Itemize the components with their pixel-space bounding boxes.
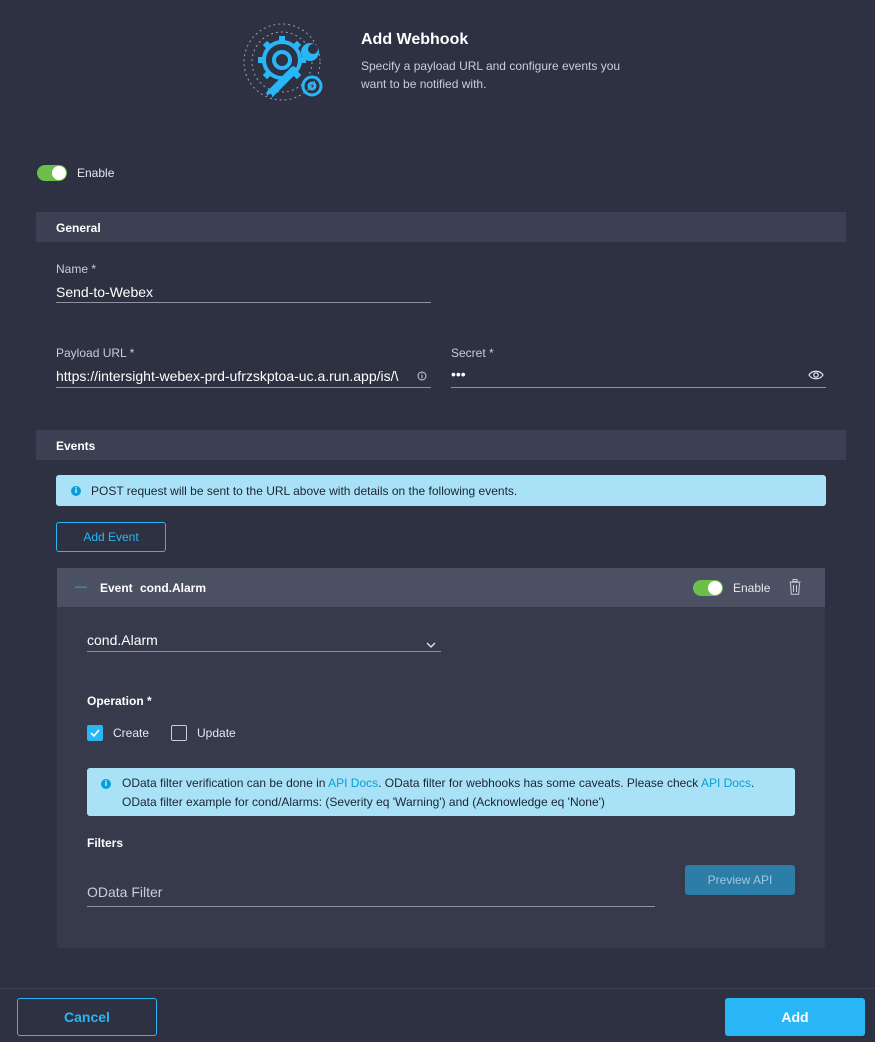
info-icon[interactable] <box>417 368 427 386</box>
odata-info-line2: OData filter example for cond/Alarms: (S… <box>122 795 605 809</box>
dialog-title: Add Webhook <box>361 31 469 48</box>
event-panel-header: — Event cond.Alarm Enable <box>57 568 825 607</box>
odata-filter-input[interactable]: OData Filter <box>87 884 162 900</box>
name-label: Name * <box>56 262 97 276</box>
add-button[interactable]: Add <box>725 998 865 1036</box>
event-type-underline <box>87 651 441 652</box>
payload-url-underline <box>56 387 431 388</box>
name-input[interactable]: Send-to-Webex <box>56 284 430 300</box>
event-label: Event <box>100 581 133 595</box>
event-enable-toggle[interactable] <box>693 580 723 596</box>
payload-url-label: Payload URL * <box>56 346 135 360</box>
secret-input[interactable]: ••• <box>451 366 751 382</box>
create-label: Create <box>113 726 150 740</box>
event-type-select[interactable]: cond.Alarm <box>87 632 387 648</box>
dialog-subtitle: Specify a payload URL and configure even… <box>361 59 621 91</box>
webhook-gear-wrench-icon <box>240 20 334 108</box>
cancel-button[interactable]: Cancel <box>17 998 157 1036</box>
event-enable-label: Enable <box>733 581 771 595</box>
enable-label: Enable <box>77 166 115 180</box>
filters-label: Filters <box>87 836 124 850</box>
add-event-button[interactable]: Add Event <box>56 522 166 552</box>
enable-toggle[interactable] <box>37 165 67 181</box>
odata-info-banner: i OData filter verification can be done … <box>87 768 795 816</box>
api-docs-link[interactable]: API Docs <box>328 776 378 790</box>
show-secret-eye-icon[interactable] <box>808 368 824 386</box>
events-info-banner: i POST request will be sent to the URL a… <box>56 475 826 506</box>
footer-divider <box>0 988 875 989</box>
secret-label: Secret * <box>451 346 494 360</box>
update-label: Update <box>197 726 236 740</box>
update-checkbox[interactable] <box>171 725 187 741</box>
api-docs-link-2[interactable]: API Docs <box>701 776 751 790</box>
create-checkbox[interactable] <box>87 725 103 741</box>
events-info-text: POST request will be sent to the URL abo… <box>91 484 518 498</box>
operation-label: Operation * <box>87 694 152 708</box>
trash-icon[interactable] <box>789 579 801 600</box>
name-input-underline <box>56 302 431 303</box>
info-circle-icon: i <box>101 779 111 789</box>
general-section-header: General <box>36 212 846 242</box>
collapse-icon[interactable]: — <box>75 579 87 593</box>
info-circle-icon: i <box>71 486 81 496</box>
events-section-header: Events <box>36 430 846 460</box>
secret-underline <box>451 387 826 388</box>
event-name: cond.Alarm <box>140 581 207 595</box>
preview-api-button[interactable]: Preview API <box>685 865 795 895</box>
odata-info-line1: OData filter verification can be done in… <box>122 776 755 790</box>
odata-filter-underline <box>87 906 655 907</box>
payload-url-input[interactable]: https://intersight-webex-prd-ufrzskptoa-… <box>56 368 406 384</box>
